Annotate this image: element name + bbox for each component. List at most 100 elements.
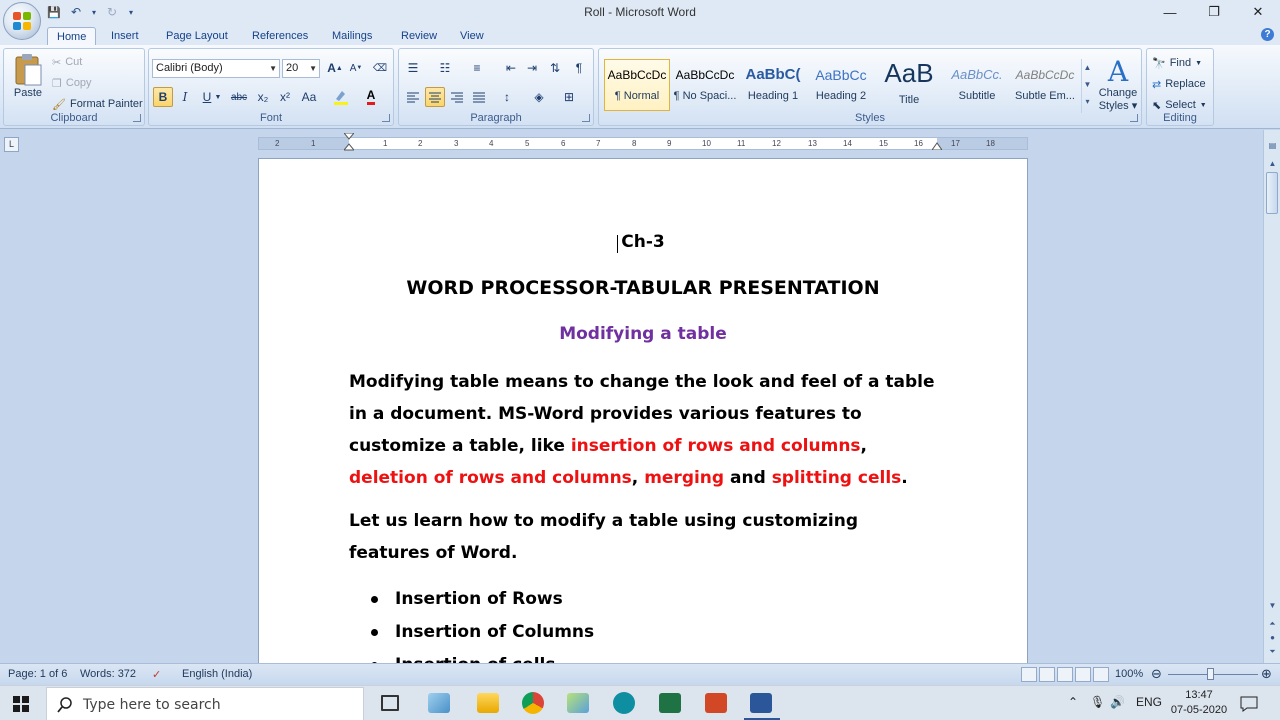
line-spacing-icon[interactable]: ↕ bbox=[497, 87, 517, 107]
task-view-icon[interactable] bbox=[381, 695, 399, 711]
format-painter-button[interactable]: 🖌 Format Painter bbox=[52, 95, 143, 113]
excel-icon[interactable] bbox=[659, 693, 681, 713]
shading-icon[interactable]: ◈ bbox=[529, 87, 549, 107]
scroll-thumb[interactable] bbox=[1266, 172, 1278, 214]
paste-button[interactable]: Paste bbox=[9, 53, 47, 115]
full-screen-view-icon[interactable] bbox=[1039, 667, 1055, 682]
clipboard-launcher-icon[interactable] bbox=[133, 114, 141, 122]
notifications-icon[interactable] bbox=[1240, 696, 1258, 712]
windows-start-icon[interactable] bbox=[13, 696, 29, 712]
previous-page-icon[interactable]: ⏶ bbox=[1265, 616, 1280, 631]
grow-font-button[interactable]: A ▲ bbox=[325, 58, 345, 78]
tab-review[interactable]: Review bbox=[392, 27, 446, 46]
multilevel-list-icon[interactable]: ≡ bbox=[467, 58, 487, 78]
cut-button[interactable]: ✂ Cut bbox=[52, 53, 82, 71]
change-styles-button[interactable]: A Change Styles ▾ bbox=[1096, 57, 1140, 113]
maximize-button[interactable]: ❐ bbox=[1192, 0, 1236, 24]
zoom-out-icon[interactable]: ⊖ bbox=[1151, 666, 1162, 682]
bold-button[interactable]: B bbox=[153, 87, 173, 107]
decrease-indent-icon[interactable]: ⇤ bbox=[501, 58, 521, 78]
word-icon[interactable] bbox=[750, 693, 772, 713]
styles-launcher-icon[interactable] bbox=[1130, 114, 1138, 122]
style-normal[interactable]: AaBbCcDc ¶ Normal bbox=[604, 59, 670, 111]
language-indicator[interactable]: English (India) bbox=[182, 668, 252, 680]
style-no-spacing[interactable]: AaBbCcDc ¶ No Spaci... bbox=[672, 59, 738, 111]
tab-page-layout[interactable]: Page Layout bbox=[157, 27, 237, 46]
find-button[interactable]: 🔭 Find ▼ bbox=[1152, 54, 1202, 72]
tab-home[interactable]: Home bbox=[47, 27, 97, 46]
zoom-in-icon[interactable]: ⊕ bbox=[1261, 666, 1272, 682]
outline-view-icon[interactable] bbox=[1075, 667, 1091, 682]
justify-icon[interactable] bbox=[469, 87, 489, 107]
minimize-button[interactable]: — bbox=[1148, 0, 1192, 24]
replace-button[interactable]: ⇄ Replace bbox=[1152, 75, 1206, 93]
superscript-button[interactable]: x² bbox=[275, 87, 295, 107]
office-button[interactable] bbox=[3, 2, 41, 40]
paragraph-launcher-icon[interactable] bbox=[582, 114, 590, 122]
copy-button[interactable]: ❐ Copy bbox=[52, 74, 92, 92]
subscript-button[interactable]: x₂ bbox=[253, 87, 273, 107]
style-subtle-emphasis[interactable]: AaBbCcDc Subtle Em... bbox=[1012, 59, 1078, 111]
paint-icon[interactable] bbox=[567, 693, 589, 713]
chrome-icon[interactable] bbox=[522, 692, 544, 714]
taskbar-clock[interactable]: 13:47 07-05-2020 bbox=[1166, 688, 1232, 718]
close-button[interactable]: ✕ bbox=[1236, 0, 1280, 24]
bullets-icon[interactable]: ☰ bbox=[403, 58, 423, 78]
chevron-up-icon[interactable]: ⌃ bbox=[1068, 695, 1078, 709]
style-heading-1[interactable]: AaBbC( Heading 1 bbox=[740, 59, 806, 111]
clear-formatting-icon[interactable]: ⌫ bbox=[370, 58, 390, 78]
style-heading-2[interactable]: AaBbCc Heading 2 bbox=[808, 59, 874, 111]
zoom-level[interactable]: 100% bbox=[1115, 668, 1143, 680]
right-indent-marker-icon[interactable] bbox=[932, 142, 942, 150]
style-subtitle[interactable]: AaBbCc. Subtitle bbox=[944, 59, 1010, 111]
speaker-icon[interactable]: 🔊 bbox=[1110, 695, 1125, 709]
borders-icon[interactable]: ⊞ bbox=[559, 87, 579, 107]
align-center-icon[interactable] bbox=[425, 87, 445, 107]
draft-view-icon[interactable] bbox=[1093, 667, 1109, 682]
ruler-toggle-icon[interactable]: ▤ bbox=[1265, 138, 1280, 153]
italic-button[interactable]: I bbox=[175, 87, 195, 107]
shrink-font-button[interactable]: A ▼ bbox=[346, 58, 366, 78]
word-count[interactable]: Words: 372 bbox=[80, 668, 136, 680]
tab-mailings[interactable]: Mailings bbox=[323, 27, 381, 46]
tab-references[interactable]: References bbox=[243, 27, 317, 46]
web-layout-view-icon[interactable] bbox=[1057, 667, 1073, 682]
tab-view[interactable]: View bbox=[451, 27, 493, 46]
microphone-icon[interactable]: 🎙 bbox=[1090, 695, 1105, 709]
align-right-icon[interactable] bbox=[447, 87, 467, 107]
tab-insert[interactable]: Insert bbox=[102, 27, 148, 46]
help-icon[interactable]: ? bbox=[1261, 28, 1274, 41]
font-color-icon[interactable]: A bbox=[361, 87, 381, 107]
browse-object-icon[interactable]: ● bbox=[1265, 630, 1280, 645]
print-layout-view-icon[interactable] bbox=[1021, 667, 1037, 682]
scroll-up-icon[interactable]: ▲ bbox=[1265, 156, 1280, 171]
taskbar-search-box[interactable]: Type here to search bbox=[46, 687, 364, 720]
styles-scroll[interactable]: ▲ ▼ ▾ bbox=[1081, 59, 1093, 113]
horizontal-ruler[interactable]: 2 1 1 2 3 4 5 6 7 8 9 10 11 12 13 14 15 … bbox=[258, 133, 1028, 151]
style-title[interactable]: AaB Title bbox=[876, 59, 942, 111]
file-explorer-icon[interactable] bbox=[477, 693, 499, 713]
increase-indent-icon[interactable]: ⇥ bbox=[522, 58, 542, 78]
show-formatting-icon[interactable]: ¶ bbox=[569, 58, 589, 78]
zoom-slider-thumb[interactable] bbox=[1207, 668, 1214, 680]
powerpoint-icon[interactable] bbox=[705, 693, 727, 713]
tab-selector[interactable]: L bbox=[4, 137, 19, 152]
proofing-icon[interactable]: ✓ bbox=[152, 668, 161, 681]
arduino-icon[interactable] bbox=[613, 692, 635, 714]
input-language[interactable]: ENG bbox=[1136, 695, 1162, 709]
numbering-icon[interactable]: ☷ bbox=[435, 58, 455, 78]
app-icon[interactable] bbox=[428, 693, 450, 713]
align-left-icon[interactable] bbox=[403, 87, 423, 107]
font-family-select[interactable]: Calibri (Body) ▼ bbox=[152, 59, 280, 78]
highlight-icon[interactable] bbox=[331, 87, 351, 107]
vertical-scrollbar[interactable]: ▤ ▲ ▼ ⏶ ● ⏷ bbox=[1263, 130, 1280, 663]
strikethrough-button[interactable]: abc bbox=[229, 87, 249, 107]
scroll-down-icon[interactable]: ▼ bbox=[1265, 598, 1280, 613]
indent-marker-icon[interactable] bbox=[344, 133, 354, 151]
underline-dropdown-icon[interactable]: ▼ bbox=[213, 87, 223, 107]
font-launcher-icon[interactable] bbox=[382, 114, 390, 122]
next-page-icon[interactable]: ⏷ bbox=[1265, 644, 1280, 659]
sort-icon[interactable]: ⇅ bbox=[545, 58, 565, 78]
document-page[interactable]: Ch-3 WORD PROCESSOR-TABULAR PRESENTATION… bbox=[258, 158, 1028, 663]
font-size-select[interactable]: 20 ▼ bbox=[282, 59, 320, 78]
